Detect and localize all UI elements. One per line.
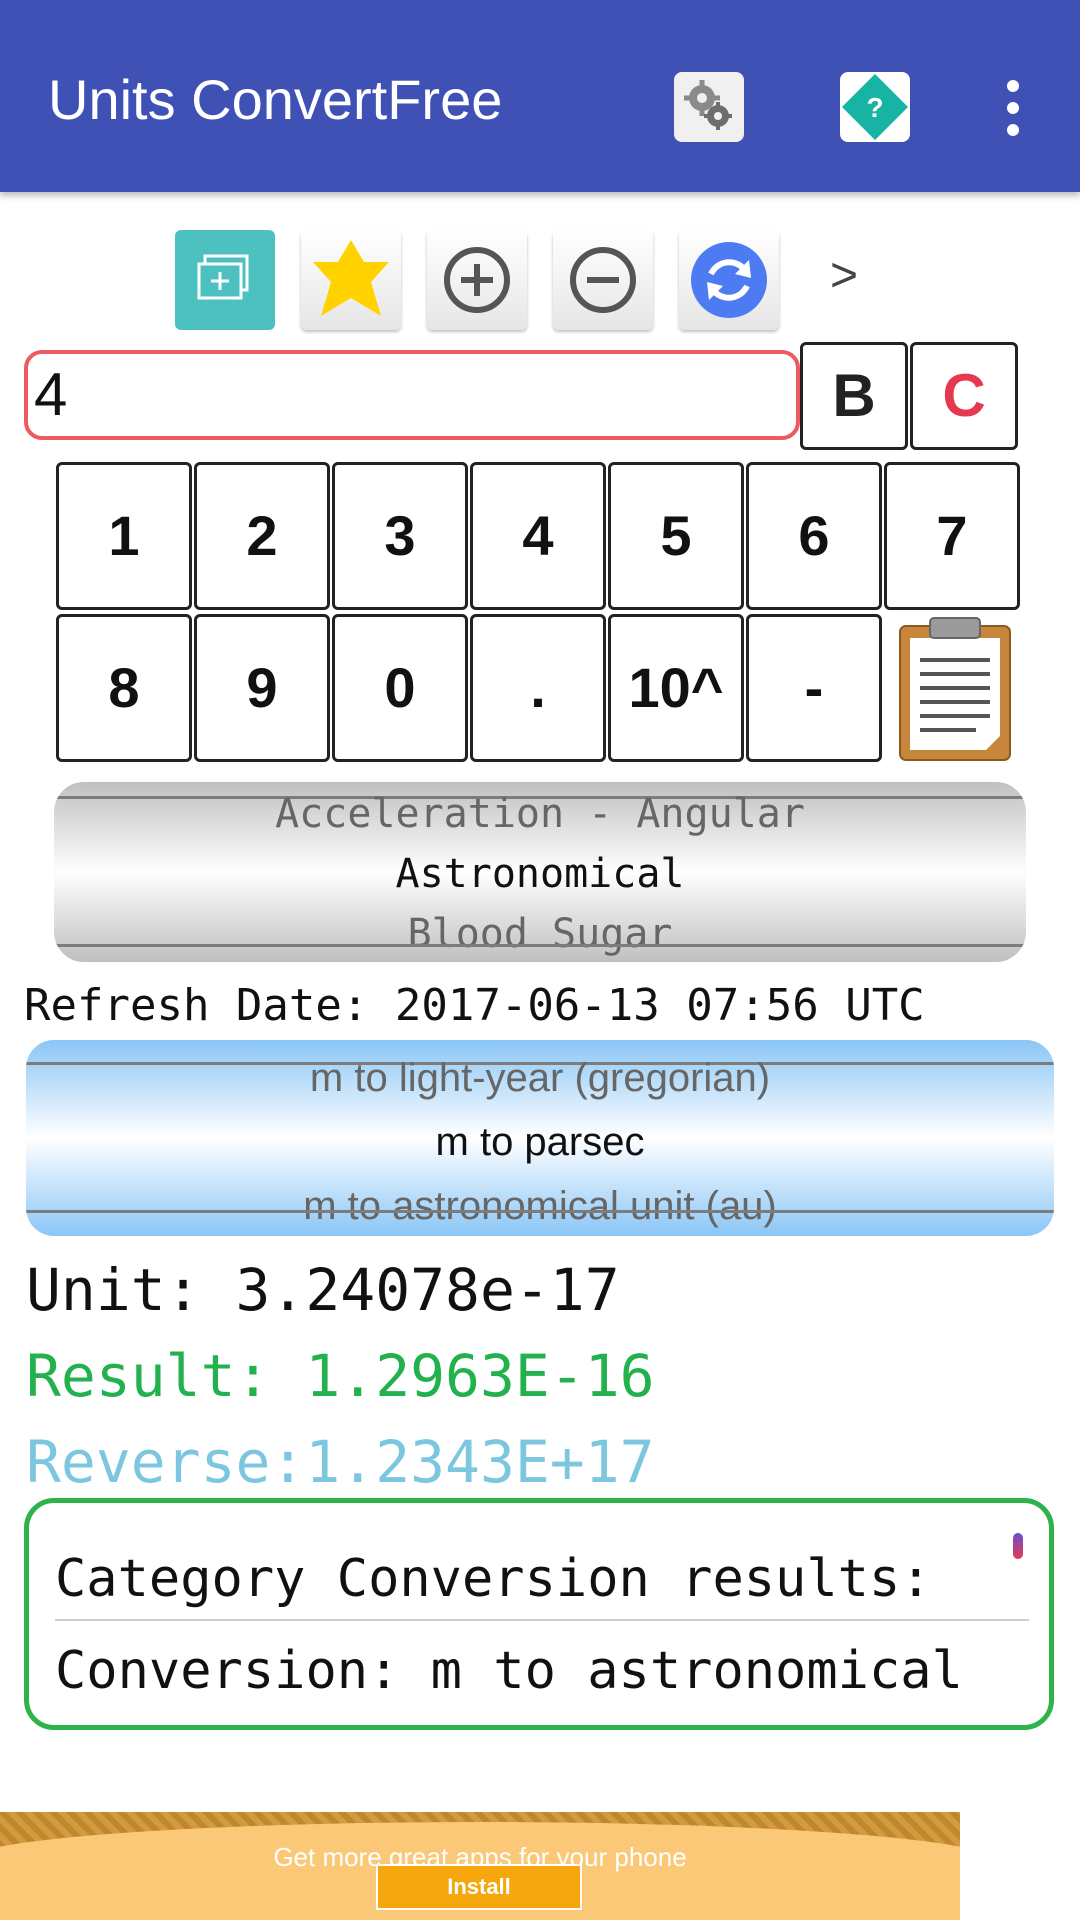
key-3[interactable]: 3 [332,462,468,610]
conversion-selected[interactable]: m to parsec [26,1122,1054,1162]
key-1[interactable]: 1 [56,462,192,610]
conversion-prev[interactable]: m to light-year (gregorian) [26,1058,1054,1098]
results-line: Conversion: m to astronomical [55,1641,963,1701]
key-2[interactable]: 2 [194,462,330,610]
key-decimal[interactable]: . [470,614,606,762]
favorite-star-icon[interactable] [301,230,401,330]
ad-banner[interactable]: Get more great apps for your phone Insta… [0,1812,960,1920]
category-picker[interactable]: Acceleration - Angular Astronomical Bloo… [54,782,1026,962]
conversion-next[interactable]: m to astronomical unit (au) [26,1186,1054,1226]
scroll-indicator [1013,1533,1023,1559]
reverse-value: Reverse:1.2343E+17 [26,1428,655,1496]
unit-value: Unit: 3.24078e-17 [26,1256,620,1324]
refresh-date: Refresh Date: 2017-06-13 07:56 UTC [24,980,925,1031]
value-input[interactable]: 4 [24,350,800,440]
result-value: Result: 1.2963E-16 [26,1342,655,1410]
category-prev[interactable]: Acceleration - Angular [54,794,1026,834]
more-vert-icon[interactable] [1000,80,1026,136]
keypad: 1 2 3 4 5 6 7 8 9 0 . 10^ - [56,462,1022,764]
refresh-icon[interactable] [679,230,779,330]
key-power-of-ten[interactable]: 10^ [608,614,744,762]
key-5[interactable]: 5 [608,462,744,610]
key-7[interactable]: 7 [884,462,1020,610]
key-0[interactable]: 0 [332,614,468,762]
key-4[interactable]: 4 [470,462,606,610]
category-next[interactable]: Blood Sugar [54,914,1026,954]
conversion-picker[interactable]: m to light-year (gregorian) m to parsec … [26,1040,1054,1236]
clear-button[interactable]: C [910,342,1018,450]
backspace-button[interactable]: B [800,342,908,450]
zoom-in-icon[interactable] [427,230,527,330]
key-8[interactable]: 8 [56,614,192,762]
key-6[interactable]: 6 [746,462,882,610]
results-divider [55,1619,1029,1621]
key-minus[interactable]: - [746,614,882,762]
settings-gears-icon[interactable] [674,72,744,142]
key-9[interactable]: 9 [194,614,330,762]
app-title: Units ConvertFree [48,68,503,131]
app-bar: Units ConvertFree ? [0,0,1080,192]
help-diamond-icon[interactable]: ? [840,72,910,142]
conversion-results-box[interactable]: Category Conversion results: Conversion:… [24,1498,1054,1730]
results-heading: Category Conversion results: [55,1549,932,1609]
add-window-icon[interactable] [175,230,275,330]
next-tools-button[interactable]: > [830,248,858,303]
clipboard-icon[interactable] [896,616,1014,762]
category-selected[interactable]: Astronomical [54,854,1026,894]
zoom-out-icon[interactable] [553,230,653,330]
install-button[interactable]: Install [376,1864,582,1910]
svg-text:?: ? [866,92,883,123]
